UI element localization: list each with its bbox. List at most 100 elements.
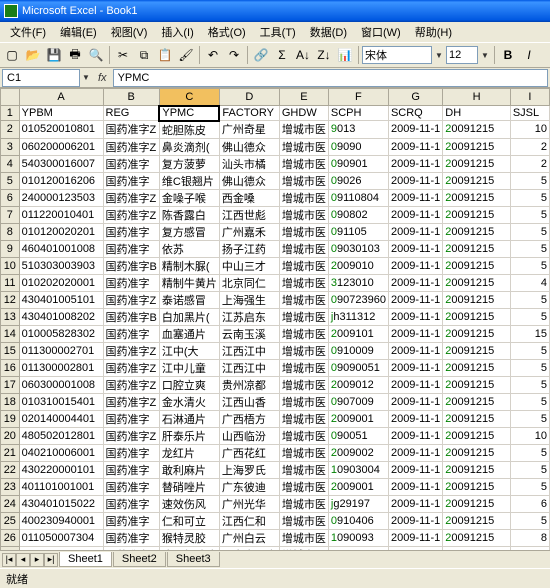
data-cell[interactable]: 510303003903: [19, 257, 103, 274]
data-cell[interactable]: 2009-11-1: [388, 274, 442, 291]
column-header[interactable]: A: [19, 89, 103, 106]
open-icon[interactable]: 📂: [23, 45, 43, 65]
data-cell[interactable]: 5: [510, 342, 549, 359]
row-header[interactable]: 22: [1, 461, 20, 478]
data-cell[interactable]: 国药准字: [103, 410, 159, 427]
row-header[interactable]: 5: [1, 172, 20, 189]
data-cell[interactable]: 5: [510, 172, 549, 189]
header-cell[interactable]: YPMC: [159, 106, 219, 121]
data-cell[interactable]: 广州白云: [219, 529, 279, 546]
data-cell[interactable]: 2009-11-1: [388, 512, 442, 529]
data-cell[interactable]: 白加黑片(: [159, 308, 219, 325]
data-cell[interactable]: 2009-11-1: [388, 529, 442, 546]
row-header[interactable]: 10: [1, 257, 20, 274]
data-cell[interactable]: 20091215: [443, 427, 511, 444]
formula-input[interactable]: YPMC: [113, 69, 548, 87]
paste-icon[interactable]: 📋: [155, 45, 175, 65]
data-cell[interactable]: 山西临汾: [219, 427, 279, 444]
data-cell[interactable]: 上海强生: [219, 291, 279, 308]
data-cell[interactable]: 国药准字: [103, 274, 159, 291]
data-cell[interactable]: 增城市医: [279, 410, 328, 427]
data-cell[interactable]: 鼻炎滴剂(: [159, 138, 219, 155]
tab-sheet1[interactable]: Sheet1: [59, 552, 112, 567]
menu-window[interactable]: 窗口(W): [355, 23, 407, 41]
row-header[interactable]: 14: [1, 325, 20, 342]
data-cell[interactable]: 09026: [328, 172, 388, 189]
data-cell[interactable]: 江西仁和: [219, 512, 279, 529]
row-header[interactable]: 6: [1, 189, 20, 206]
data-cell[interactable]: 20091215: [443, 308, 511, 325]
row-header[interactable]: 13: [1, 308, 20, 325]
data-cell[interactable]: 20091215: [443, 240, 511, 257]
data-cell[interactable]: 国药准字: [103, 172, 159, 189]
data-cell[interactable]: 龙红片: [159, 444, 219, 461]
header-cell[interactable]: REG: [103, 106, 159, 121]
undo-icon[interactable]: ↶: [203, 45, 223, 65]
data-cell[interactable]: 010005828302: [19, 325, 103, 342]
data-cell[interactable]: 20091215: [443, 529, 511, 546]
header-cell[interactable]: GHDW: [279, 106, 328, 121]
data-cell[interactable]: 6: [510, 495, 549, 512]
data-cell[interactable]: 2009-11-1: [388, 325, 442, 342]
header-cell[interactable]: YPBM: [19, 106, 103, 121]
data-cell[interactable]: 增城市医: [279, 529, 328, 546]
data-cell[interactable]: 精制木脲(: [159, 257, 219, 274]
data-cell[interactable]: 依苏: [159, 240, 219, 257]
data-cell[interactable]: 江西山香: [219, 393, 279, 410]
data-cell[interactable]: 复方感冒: [159, 223, 219, 240]
data-cell[interactable]: 20091215: [443, 138, 511, 155]
data-cell[interactable]: 国药准字: [103, 495, 159, 512]
data-cell[interactable]: 09090051: [328, 359, 388, 376]
data-cell[interactable]: 090901: [328, 155, 388, 172]
data-cell[interactable]: 泰诺感冒: [159, 291, 219, 308]
data-cell[interactable]: 20091215: [443, 189, 511, 206]
data-cell[interactable]: 精制牛黄片: [159, 274, 219, 291]
data-cell[interactable]: 5: [510, 444, 549, 461]
data-cell[interactable]: 国药准字Z: [103, 393, 159, 410]
column-header[interactable]: F: [328, 89, 388, 106]
data-cell[interactable]: 5: [510, 461, 549, 478]
row-header[interactable]: 4: [1, 155, 20, 172]
data-cell[interactable]: 江西江中: [219, 359, 279, 376]
column-header[interactable]: [1, 89, 20, 106]
data-cell[interactable]: 国药准字Z: [103, 189, 159, 206]
data-cell[interactable]: 2009-11-1: [388, 291, 442, 308]
data-cell[interactable]: 5: [510, 393, 549, 410]
row-header[interactable]: 24: [1, 495, 20, 512]
data-cell[interactable]: 云南玉溪: [219, 325, 279, 342]
data-cell[interactable]: 2009101: [328, 325, 388, 342]
data-cell[interactable]: 8: [510, 529, 549, 546]
menu-view[interactable]: 视图(V): [105, 23, 154, 41]
data-cell[interactable]: 2009-11-1: [388, 155, 442, 172]
data-cell[interactable]: 5: [510, 223, 549, 240]
data-cell[interactable]: 增城市医: [279, 376, 328, 393]
data-cell[interactable]: 增城市医: [279, 325, 328, 342]
data-cell[interactable]: 401101001001: [19, 478, 103, 495]
data-cell[interactable]: 2009-11-1: [388, 189, 442, 206]
data-cell[interactable]: 国药准字B: [103, 257, 159, 274]
data-cell[interactable]: 国药准字Z: [103, 291, 159, 308]
data-cell[interactable]: 国药准字: [103, 512, 159, 529]
data-cell[interactable]: 2009-11-1: [388, 172, 442, 189]
data-cell[interactable]: 金水清火: [159, 393, 219, 410]
row-header[interactable]: 16: [1, 359, 20, 376]
new-icon[interactable]: ▢: [2, 45, 22, 65]
hyperlink-icon[interactable]: 🔗: [251, 45, 271, 65]
data-cell[interactable]: 肝泰乐片: [159, 427, 219, 444]
data-cell[interactable]: 5: [510, 257, 549, 274]
sort-desc-icon[interactable]: Z↓: [314, 45, 334, 65]
data-cell[interactable]: 20091215: [443, 410, 511, 427]
data-cell[interactable]: 20091215: [443, 393, 511, 410]
data-cell[interactable]: 2009-11-1: [388, 359, 442, 376]
data-cell[interactable]: 2009001: [328, 410, 388, 427]
data-cell[interactable]: jg29197: [328, 495, 388, 512]
data-cell[interactable]: 扬子江药: [219, 240, 279, 257]
data-cell[interactable]: 10: [510, 427, 549, 444]
data-cell[interactable]: 2009-11-1: [388, 342, 442, 359]
chevron-down-icon[interactable]: ▼: [80, 69, 92, 87]
row-header[interactable]: 15: [1, 342, 20, 359]
row-header[interactable]: 19: [1, 410, 20, 427]
font-size-selector[interactable]: 12: [446, 46, 478, 64]
data-cell[interactable]: 广西花红: [219, 444, 279, 461]
save-icon[interactable]: 💾: [44, 45, 64, 65]
